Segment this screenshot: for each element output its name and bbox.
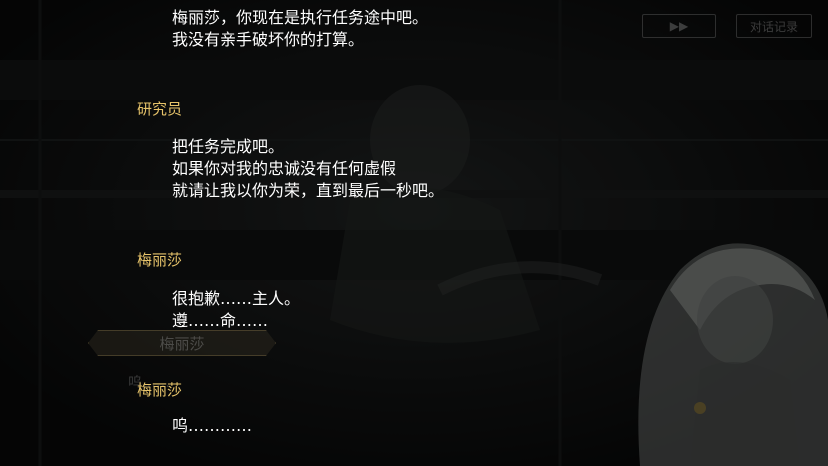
speaker-name: 梅丽莎 xyxy=(137,381,183,399)
log-line: 很抱歉……主人。 xyxy=(172,289,301,308)
log-line: 把任务完成吧。 xyxy=(172,137,285,156)
log-line: 就请让我以你为荣，直到最后一秒吧。 xyxy=(172,181,445,200)
log-line: 我没有亲手破坏你的打算。 xyxy=(172,30,365,49)
log-line: 呜………… xyxy=(172,416,253,435)
dialogue-log[interactable]: 梅丽莎，你现在是执行任务途中吧。 我没有亲手破坏你的打算。 研究员 把任务完成吧… xyxy=(0,0,828,466)
log-line: 遵……命…… xyxy=(172,311,269,330)
speaker-name: 研究员 xyxy=(137,100,183,118)
log-line: 如果你对我的忠诚没有任何虚假 xyxy=(172,159,397,178)
speaker-name: 梅丽莎 xyxy=(137,251,183,269)
log-line: 梅丽莎，你现在是执行任务途中吧。 xyxy=(172,8,429,27)
